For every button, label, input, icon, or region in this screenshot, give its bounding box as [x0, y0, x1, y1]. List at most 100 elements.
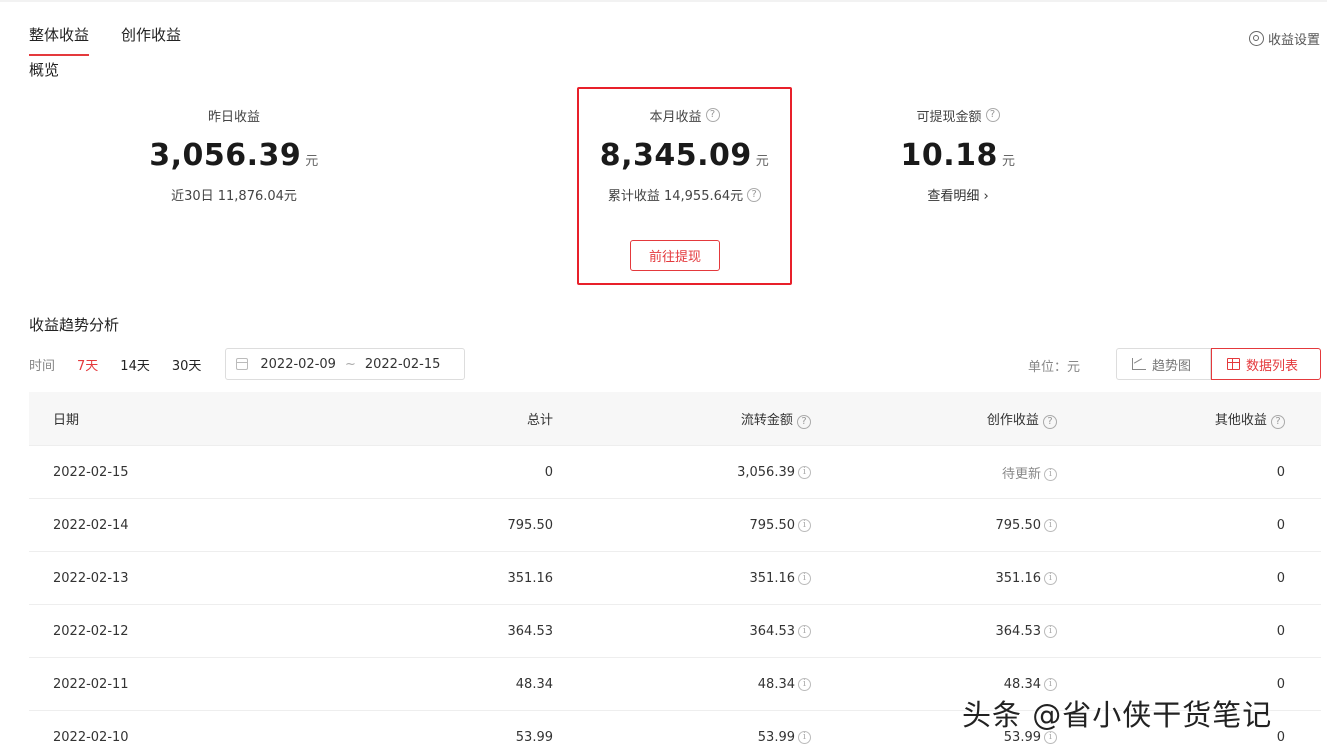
- yesterday-income-label: 昨日收益: [207, 109, 260, 125]
- data-list-label: 数据列表: [1246, 358, 1299, 374]
- tab-overall-income[interactable]: 整体收益: [29, 24, 90, 56]
- cell-other: 0: [1276, 517, 1285, 533]
- info-icon[interactable]: i: [1044, 467, 1057, 481]
- help-icon[interactable]: ?: [1271, 414, 1285, 429]
- top-divider: [0, 0, 1327, 2]
- cell-creation-value: 48.34: [1003, 676, 1041, 692]
- currency-unit: 元: [1001, 154, 1016, 169]
- table-row: 2022-02-13 351.16 351.16 i 351.16 i 0: [29, 551, 1321, 604]
- yesterday-income-amount: 3,056.39: [149, 138, 302, 173]
- date-start: 2022-02-09: [260, 356, 336, 372]
- income-settings-button[interactable]: 收益设置: [1248, 29, 1320, 48]
- range-30-days[interactable]: 30天: [172, 355, 202, 374]
- cell-other: 0: [1276, 464, 1285, 480]
- cell-flow: 795.50 i: [553, 518, 811, 533]
- gear-icon: [1248, 31, 1264, 46]
- income-settings-label: 收益设置: [1267, 33, 1320, 48]
- trend-chart-label: 趋势图: [1152, 358, 1192, 374]
- cell-flow: 364.53 i: [553, 624, 811, 639]
- header-other-label: 其他收益: [1214, 412, 1267, 428]
- cell-flow-value: 795.50: [749, 517, 796, 533]
- withdrawable-label-row: 可提现金额?: [858, 106, 1058, 125]
- cumulative-income-row: 累计收益 14,955.64元?: [577, 185, 792, 204]
- cell-total: 351.16: [507, 570, 554, 586]
- trend-chart-button[interactable]: 趋势图: [1116, 348, 1211, 380]
- table-row: 2022-02-14 795.50 795.50 i 795.50 i 0: [29, 498, 1321, 551]
- info-icon[interactable]: i: [798, 465, 811, 479]
- yesterday-income-value: 3,056.39 元: [134, 138, 334, 173]
- month-income-amount: 8,345.09: [599, 138, 752, 173]
- cell-total: 48.34: [515, 676, 553, 692]
- info-icon[interactable]: i: [798, 518, 811, 532]
- cell-total: 53.99: [515, 729, 553, 745]
- header-flow-label: 流转金额: [740, 412, 793, 428]
- month-income-card: 本月收益? 8,345.09 元 累计收益 14,955.64元?: [577, 106, 792, 204]
- header-creation: 创作收益 ?: [811, 409, 1057, 429]
- help-icon[interactable]: ?: [747, 187, 762, 202]
- go-withdraw-button[interactable]: 前往提现: [630, 240, 720, 271]
- month-income-label-row: 本月收益?: [577, 106, 792, 125]
- date-range-picker[interactable]: 2022-02-09 ~ 2022-02-15: [225, 348, 466, 380]
- cell-creation-value: 待更新: [1001, 466, 1041, 482]
- info-icon[interactable]: i: [798, 730, 811, 744]
- cell-other: 0: [1276, 676, 1285, 692]
- help-icon[interactable]: ?: [985, 108, 1000, 122]
- last-30-days-income: 近30日 11,876.04元: [171, 189, 297, 204]
- cell-date: 2022-02-14: [53, 517, 129, 533]
- info-icon[interactable]: i: [1044, 518, 1057, 532]
- header-other: 其他收益 ?: [1057, 409, 1303, 429]
- withdrawable-card: 可提现金额? 10.18 元 查看明细 ›: [858, 106, 1058, 204]
- view-toggle: 趋势图 数据列表: [1116, 348, 1321, 380]
- cell-creation: 48.34 i: [811, 677, 1057, 692]
- cell-creation: 351.16 i: [811, 571, 1057, 586]
- info-icon[interactable]: i: [798, 571, 811, 585]
- watermark: 头条 @省小侠干货笔记: [962, 698, 1273, 732]
- info-icon[interactable]: i: [798, 677, 811, 691]
- cell-flow: 53.99 i: [553, 730, 811, 745]
- help-icon[interactable]: ?: [1043, 414, 1057, 429]
- cell-creation-value: 351.16: [995, 570, 1042, 586]
- cell-flow-value: 48.34: [757, 676, 795, 692]
- cell-date: 2022-02-13: [53, 570, 129, 586]
- range-14-days[interactable]: 14天: [120, 355, 150, 374]
- line-chart-icon: [1132, 358, 1146, 370]
- help-icon[interactable]: ?: [705, 108, 720, 122]
- month-income-value: 8,345.09 元: [577, 138, 792, 173]
- date-separator: ~: [344, 356, 356, 372]
- info-icon[interactable]: i: [1044, 677, 1057, 691]
- tab-creation-income[interactable]: 创作收益: [121, 24, 181, 56]
- header-date: 日期: [53, 413, 80, 428]
- tab-bar: 整体收益 创作收益: [29, 24, 181, 56]
- view-details-link[interactable]: 查看明细 ›: [927, 185, 988, 204]
- time-filter: 时间 7天 14天 30天 2022-02-09 ~ 2022-02-15: [29, 348, 466, 380]
- trend-analysis-title: 收益趋势分析: [29, 316, 120, 334]
- view-details-row: 查看明细 ›: [858, 185, 1058, 204]
- table-header: 日期 总计 流转金额 ? 创作收益 ? 其他收益 ?: [29, 392, 1321, 445]
- cell-other: 0: [1276, 623, 1285, 639]
- cell-date: 2022-02-11: [53, 676, 129, 692]
- cell-total: 795.50: [507, 517, 554, 533]
- unit-label: 单位：元: [1028, 360, 1081, 375]
- header-total: 总计: [526, 413, 553, 428]
- header-flow: 流转金额 ?: [553, 409, 811, 429]
- withdrawable-amount: 10.18: [900, 138, 998, 173]
- currency-unit: 元: [755, 154, 770, 169]
- table-icon: [1227, 358, 1240, 370]
- info-icon[interactable]: i: [1044, 624, 1057, 638]
- info-icon[interactable]: i: [1044, 571, 1057, 585]
- info-icon[interactable]: i: [798, 624, 811, 638]
- cell-creation: 364.53 i: [811, 624, 1057, 639]
- cell-creation-value: 795.50: [995, 517, 1042, 533]
- data-list-button[interactable]: 数据列表: [1211, 348, 1321, 380]
- help-icon[interactable]: ?: [797, 414, 811, 429]
- cell-total: 364.53: [507, 623, 554, 639]
- cell-flow: 3,056.39 i: [553, 465, 811, 480]
- table-row: 2022-02-12 364.53 364.53 i 364.53 i 0: [29, 604, 1321, 657]
- cell-date: 2022-02-10: [53, 729, 129, 745]
- range-7-days[interactable]: 7天: [77, 355, 98, 374]
- table-row: 2022-02-15 0 3,056.39 i 待更新 i 0: [29, 445, 1321, 498]
- cell-flow-value: 364.53: [749, 623, 796, 639]
- cell-flow-value: 351.16: [749, 570, 796, 586]
- cell-creation: 795.50 i: [811, 518, 1057, 533]
- cell-date: 2022-02-12: [53, 623, 129, 639]
